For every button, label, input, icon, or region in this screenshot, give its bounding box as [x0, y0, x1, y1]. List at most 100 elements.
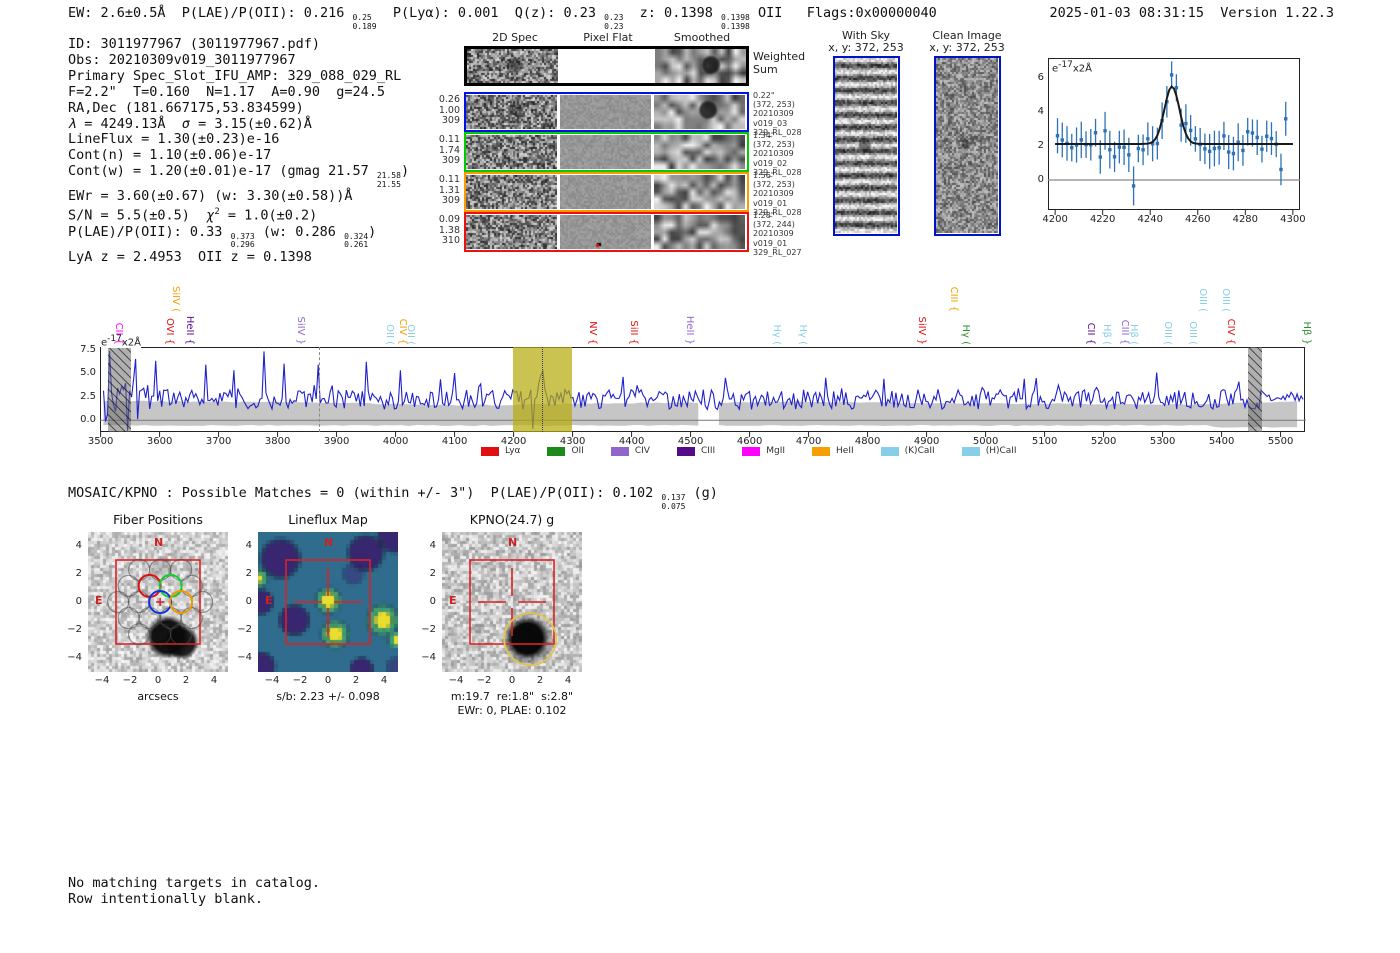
- text-segment: Obs: 20210309v019_3011977967: [68, 51, 296, 68]
- legend-swatch: [961, 446, 980, 456]
- weight-value: 0.09: [438, 214, 460, 225]
- fiber-info-line: 20210309: [753, 109, 794, 119]
- emission-line-label: CII {: [112, 322, 124, 345]
- spectrum-xtick-label: 4100: [441, 436, 468, 447]
- legend-label: Lyα: [505, 446, 521, 456]
- emission-line-label: Hβ }: [1301, 321, 1313, 345]
- cutout-ytick-label: −4: [237, 652, 252, 663]
- masked-band-left: [108, 347, 131, 432]
- row-weight-labels: 0.11 1.31 309: [426, 174, 460, 207]
- spectrum-xtick-label: 4000: [382, 436, 409, 447]
- emission-line-label: CIV {: [1225, 318, 1237, 345]
- emission-line-label: NV {: [586, 321, 598, 345]
- cutout-ytick-label: −2: [67, 624, 82, 635]
- cutout-ytick-label: −2: [237, 624, 252, 635]
- cutout-ytick-label: −2: [421, 624, 436, 635]
- weight-value: 309: [441, 155, 460, 167]
- cutout-ytick-label: 2: [429, 568, 436, 579]
- lineflux-compass-n: N: [324, 536, 334, 549]
- spectrum-xtick-label: 5400: [1208, 436, 1235, 447]
- text-segment: Primary Spec_Slot_IFU_AMP: 329_088_029_R…: [68, 67, 402, 84]
- inset-xtick-label: 4280: [1232, 214, 1259, 225]
- smoothed-image: [654, 175, 745, 209]
- pixel-flat-image: [560, 215, 651, 249]
- legend-item: OII: [547, 446, 584, 456]
- kpno-xlabel2: EWr: 0, PLAE: 0.102: [457, 704, 567, 717]
- emission-line-label: SiII {: [627, 320, 639, 345]
- clean-image-frame: [934, 56, 1001, 236]
- inset-xtick-label: 4300: [1280, 214, 1306, 225]
- twod-fiber-row: [464, 212, 749, 252]
- info-line: LyA z = 2.4953 OII z = 0.1398: [68, 248, 409, 266]
- cutout-ytick-label: 4: [429, 540, 436, 551]
- fiber-info-line: 0.22": [753, 91, 775, 100]
- col-header-smoothed: Smoothed: [673, 31, 731, 44]
- info-line: S/N = 5.5(±0.5) χ2 = 1.0(±0.2): [68, 205, 409, 224]
- fiber-info-line: 20210309: [753, 189, 794, 199]
- cutout-ytick-label: 2: [245, 568, 252, 579]
- emission-line-label: OVI {: [163, 317, 175, 345]
- mosaic-match-line: MOSAIC/KPNO : Possible Matches = 0 (with…: [68, 485, 718, 511]
- stacked-fraction: 21.58 21.55: [377, 172, 401, 189]
- col-header-pixelflat: Pixel Flat: [583, 31, 633, 44]
- twod-spec-image: [466, 215, 557, 249]
- spectrum-xtick-label: 3500: [87, 436, 114, 447]
- unit-suffix: x2Å: [121, 337, 141, 349]
- emission-line-label: Hγ (: [959, 324, 971, 345]
- cutout-xtick-label: 0: [324, 675, 332, 686]
- emission-line-label: Hβ (: [1128, 324, 1140, 345]
- lineflux-compass-e: E: [265, 594, 273, 607]
- lineflux-map-overlay: [285, 559, 371, 645]
- fiber-info-line: 1.28": [753, 211, 775, 220]
- legend-item: HeII: [812, 446, 854, 456]
- footer-line1: No matching targets in catalog.: [68, 875, 320, 891]
- kpno-title: KPNO(24.7) g: [469, 512, 555, 527]
- text-segment: = 3.15(±0.62)Å: [189, 115, 312, 132]
- legend-swatch: [742, 446, 761, 456]
- row-fiber-info: 1.28" (372, 244) 20210309 v019_01 329_RL_027: [753, 211, 802, 257]
- text-segment: ): [400, 163, 410, 180]
- stacked-fraction: 0.373 0.296: [231, 232, 255, 250]
- smoothed-image: [655, 49, 746, 83]
- legend-label: CIII: [700, 446, 716, 456]
- emission-line-label: Hγ (: [771, 324, 783, 345]
- spectrum-ytick-label: 5.0: [80, 367, 96, 379]
- text-segment: (g): [685, 485, 718, 501]
- emission-line-label: SiIV }: [916, 316, 928, 345]
- weighted-sum-row: [464, 46, 749, 86]
- inset-xtick-label: 4260: [1185, 214, 1211, 225]
- legend-swatch: [610, 446, 629, 456]
- text-segment: EWr = 3.60(±0.67) (w: 3.30(±0.58))Å: [68, 188, 353, 205]
- fiber-info-line: (372, 244): [753, 220, 795, 230]
- spectrum-ytick-label: 0.0: [80, 414, 96, 426]
- fiber-info-line: v019_01: [753, 198, 788, 208]
- weight-value: 309: [441, 115, 460, 127]
- info-line: Cont(n) = 1.10(±0.06)e-17: [68, 147, 409, 164]
- legend-label: HeII: [836, 446, 854, 456]
- emission-line-label: OIII (: [1196, 288, 1208, 312]
- twod-fiber-row: [464, 92, 749, 132]
- fiber-info-line: 20210309: [753, 149, 794, 159]
- text-segment: LyA z = 2.4953 OII z = 0.1398: [68, 248, 312, 265]
- legend-item: Lyα: [481, 446, 520, 456]
- pixel-flat-image: [561, 49, 652, 83]
- spectrum-legend: Lyα OII CIV CIII MgII HeII (K)CaII (H)CaII: [481, 446, 1044, 456]
- weight-value: 0.26: [438, 94, 460, 105]
- fiber-info-line: v019_03: [753, 118, 788, 128]
- text-segment: ID: 3011977967 (3011977967.pdf): [68, 36, 320, 52]
- info-line: Obs: 20210309v019_3011977967: [68, 51, 409, 69]
- lineflux-xlabel: s/b: 2.23 +/- 0.098: [276, 690, 380, 703]
- fiber-info-line: v019_02: [753, 158, 788, 168]
- stack-lo: 0.23: [604, 21, 624, 31]
- legend-item: (K)CaII: [880, 446, 935, 456]
- cutout-xtick-label: 2: [182, 675, 190, 686]
- smoothed-image: [654, 95, 745, 129]
- clean-image: [936, 58, 998, 233]
- fiber-positions-title: Fiber Positions: [113, 512, 203, 527]
- elixer-detection-report: EW: 2.6±0.5Å P(LAE)/P(OII): 0.216 0.25 0.…: [0, 0, 1400, 953]
- legend-label: (H)CaII: [985, 446, 1017, 456]
- twod-fiber-row: [464, 172, 749, 212]
- italic-segment: λ: [68, 115, 77, 132]
- emission-line-label: SiIV }: [295, 316, 307, 345]
- weighted-label-line2: Sum: [753, 62, 778, 76]
